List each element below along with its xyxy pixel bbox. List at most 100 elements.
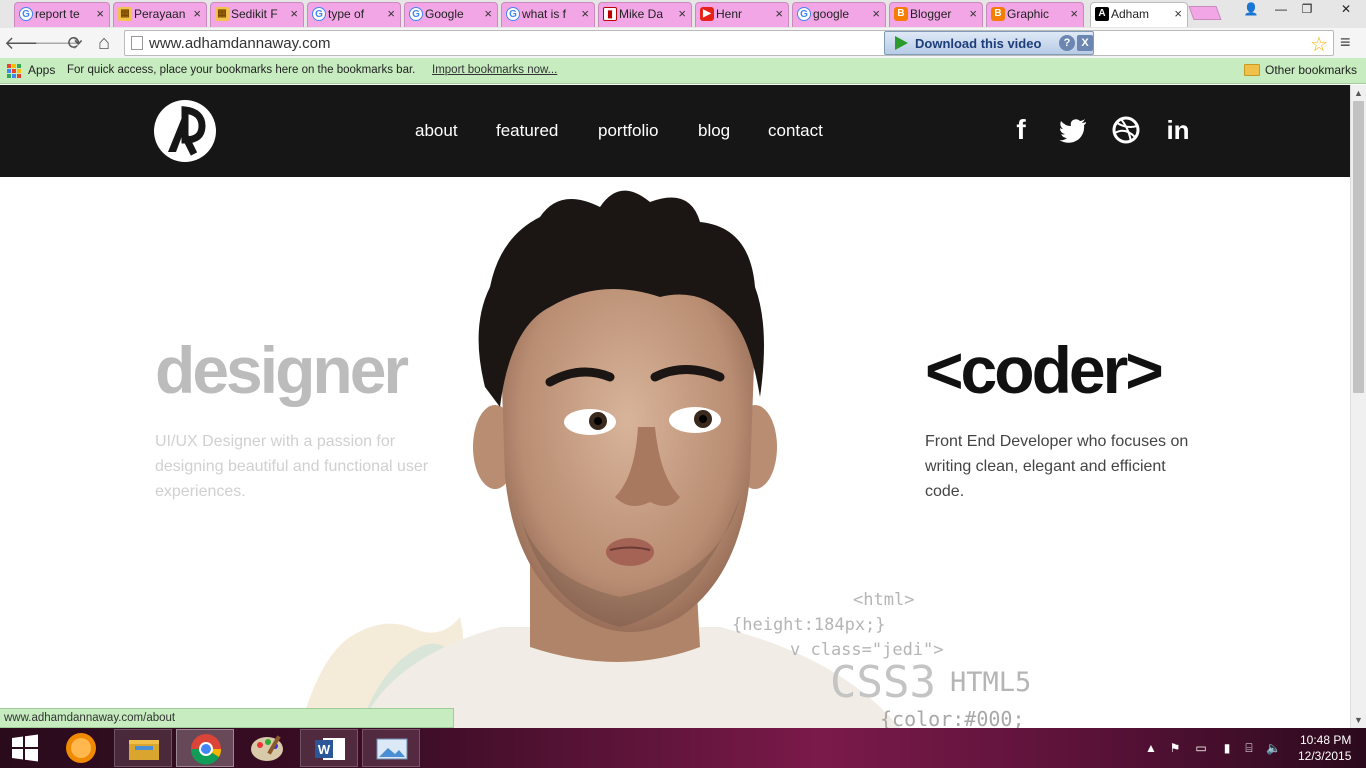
tab-title: Adham	[1111, 7, 1150, 21]
code-snippet: {color:#000;	[880, 707, 1025, 728]
file-explorer-icon[interactable]	[114, 729, 172, 767]
bookmark-star-icon[interactable]: ☆	[1310, 32, 1328, 57]
tab-title: what is f	[522, 7, 567, 21]
twitter-icon[interactable]	[1058, 115, 1088, 145]
import-bookmarks-link[interactable]: Import bookmarks now...	[432, 64, 557, 76]
nav-portfolio[interactable]: portfolio	[598, 121, 658, 141]
paint-icon[interactable]	[238, 729, 296, 767]
tab-title: report te	[35, 7, 80, 21]
google-icon: G	[409, 7, 423, 21]
bookmarks-hint: For quick access, place your bookmarks h…	[67, 64, 416, 76]
tab-title: google	[813, 7, 850, 21]
scroll-down-arrow-icon[interactable]: ▼	[1354, 715, 1363, 725]
tab-title: type of	[328, 7, 365, 21]
address-bar[interactable]: www.adhamdannaway.com	[124, 30, 1334, 56]
site-logo[interactable]	[154, 100, 216, 162]
nav-about[interactable]: about	[415, 121, 458, 141]
chrome-icon[interactable]	[176, 729, 234, 767]
browser-tab[interactable]: G Google ×	[404, 2, 498, 27]
network-icon[interactable]: ⌸	[1242, 741, 1256, 755]
tab-close-icon[interactable]: ×	[1174, 3, 1182, 25]
browser-tab[interactable]: ▦ Sedikit F ×	[210, 2, 304, 27]
tab-close-icon[interactable]: ×	[96, 3, 104, 25]
windows-taskbar: W ▲ ⚑ ▭ ▮ ⌸ 🔈 10:48 PM 12/3/2015	[0, 728, 1366, 768]
tab-close-icon[interactable]: ×	[290, 3, 298, 25]
vlc-icon[interactable]	[52, 729, 110, 767]
word-icon[interactable]: W	[300, 729, 358, 767]
other-bookmarks[interactable]: Other bookmarks	[1265, 63, 1357, 77]
display-icon[interactable]: ▭	[1194, 741, 1208, 755]
url-text[interactable]: www.adhamdannaway.com	[149, 35, 330, 52]
linkedin-icon[interactable]: in	[1163, 115, 1193, 145]
facebook-icon[interactable]: f	[1006, 115, 1036, 145]
download-video-bar[interactable]: Download this video ? X	[884, 31, 1094, 55]
show-hidden-icons-icon[interactable]: ▲	[1144, 741, 1158, 755]
chrome-menu-icon[interactable]: ≡	[1340, 32, 1351, 53]
forward-button[interactable]: 🡒	[34, 31, 82, 55]
windows-start-button[interactable]	[0, 729, 50, 767]
bookmark-icon: ▮	[603, 7, 617, 21]
google-icon: G	[312, 7, 326, 21]
tab-close-icon[interactable]: ×	[484, 3, 492, 25]
download-video-label[interactable]: Download this video	[915, 36, 1041, 51]
apps-shortcut[interactable]: Apps	[28, 63, 55, 77]
browser-tab[interactable]: ▮ Mike Da ×	[598, 2, 692, 27]
scroll-thumb[interactable]	[1353, 101, 1364, 393]
close-window-button[interactable]: ✕	[1326, 0, 1366, 18]
coder-description: Front End Developer who focuses on writi…	[925, 433, 1189, 500]
action-center-flag-icon[interactable]: ⚑	[1168, 741, 1182, 755]
folder-icon	[1244, 64, 1260, 76]
new-tab-button[interactable]	[1188, 6, 1222, 20]
browser-tab[interactable]: ▶ Henr ×	[695, 2, 789, 27]
browser-toolbar: 🡐 🡒 ⟳ ⌂ www.adhamdannaway.com Download t…	[0, 28, 1366, 58]
restore-button[interactable]: ❐	[1292, 0, 1322, 18]
tab-title: Henr	[716, 7, 743, 21]
browser-tab[interactable]: Gwhat is f ×	[501, 2, 595, 27]
tab-close-icon[interactable]: ×	[872, 3, 880, 25]
photo-viewer-icon[interactable]	[362, 729, 420, 767]
page-scrollbar[interactable]: ▲ ▼	[1350, 85, 1366, 728]
youtube-icon: ▶	[700, 7, 714, 21]
browser-tab[interactable]: Greport te ×	[14, 2, 110, 27]
adham-logo-icon: A	[1095, 7, 1109, 21]
volume-icon[interactable]: 🔈	[1266, 741, 1281, 755]
reload-button[interactable]: ⟳	[63, 31, 87, 55]
browser-tab[interactable]: B Graphic ×	[986, 2, 1084, 27]
back-button[interactable]: 🡐	[4, 31, 52, 55]
apps-grid-icon[interactable]	[7, 64, 21, 78]
image-icon: ▦	[215, 7, 229, 21]
code-snippet: {height:184px;}	[732, 615, 886, 635]
page-icon	[131, 36, 143, 50]
browser-tab[interactable]: ▦ Perayaan ×	[113, 2, 207, 27]
code-snippet: HTML5	[950, 667, 1032, 698]
help-icon[interactable]: ?	[1059, 35, 1075, 51]
tab-close-icon[interactable]: ×	[969, 3, 977, 25]
hero-section: designer UI/UX Designer with a passion f…	[0, 177, 1350, 728]
tab-title: Sedikit F	[231, 7, 278, 21]
tab-close-icon[interactable]: ×	[193, 3, 201, 25]
clock-time[interactable]: 10:48 PM	[1300, 733, 1351, 747]
status-bubble: www.adhamdannaway.com/about	[0, 708, 454, 728]
browser-tab[interactable]: B Blogger ×	[889, 2, 983, 27]
dribbble-icon[interactable]	[1111, 115, 1141, 145]
close-icon[interactable]: X	[1077, 35, 1093, 51]
play-icon	[895, 36, 908, 50]
nav-blog[interactable]: blog	[698, 121, 730, 141]
tab-close-icon[interactable]: ×	[775, 3, 783, 25]
tab-close-icon[interactable]: ×	[1070, 3, 1078, 25]
tab-close-icon[interactable]: ×	[581, 3, 589, 25]
browser-tab[interactable]: Gtype of ×	[307, 2, 401, 27]
scroll-up-arrow-icon[interactable]: ▲	[1354, 88, 1363, 98]
tab-close-icon[interactable]: ×	[678, 3, 686, 25]
clock-date[interactable]: 12/3/2015	[1298, 749, 1351, 763]
google-icon: G	[797, 7, 811, 21]
browser-tab[interactable]: A Adham ×	[1090, 2, 1188, 27]
user-icon[interactable]: 👤	[1236, 0, 1266, 18]
battery-icon[interactable]: ▮	[1220, 741, 1234, 755]
nav-featured[interactable]: featured	[496, 121, 558, 141]
home-button[interactable]: ⌂	[92, 31, 116, 55]
google-icon: G	[19, 7, 33, 21]
browser-tab[interactable]: Ggoogle ×	[792, 2, 886, 27]
nav-contact[interactable]: contact	[768, 121, 823, 141]
tab-close-icon[interactable]: ×	[387, 3, 395, 25]
